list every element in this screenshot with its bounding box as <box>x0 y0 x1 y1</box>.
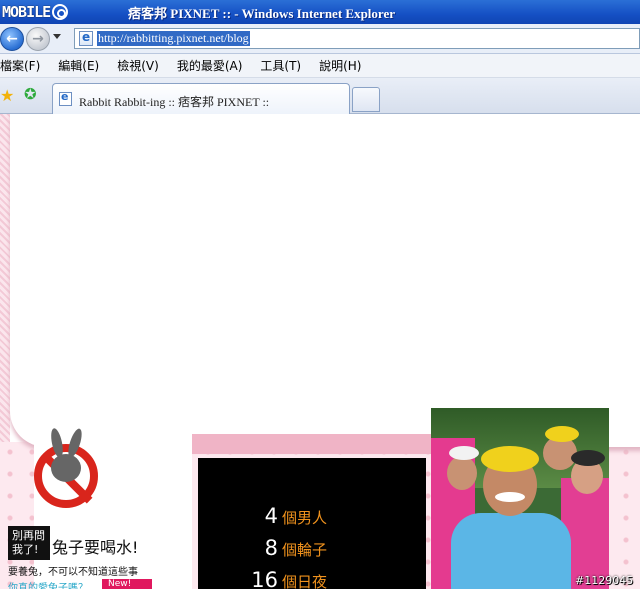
tab-label: Rabbit Rabbit-ing :: 痞客邦 PIXNET :: <box>79 95 270 109</box>
stat-number: 8 <box>264 536 278 560</box>
pink-pattern-left <box>0 114 10 454</box>
address-input[interactable]: http://rabbitting.pixnet.net/blog <box>74 28 640 49</box>
menu-file[interactable]: 檔案(F) <box>0 57 40 74</box>
window-titlebar: MOBILE 痞客邦 PIXNET :: - Windows Internet … <box>0 0 640 24</box>
tab-rabbit-blog[interactable]: Rabbit Rabbit-ing :: 痞客邦 PIXNET :: <box>52 83 350 114</box>
cyclists-photo[interactable] <box>431 408 609 589</box>
menu-favorites[interactable]: 我的最愛(A) <box>177 57 243 74</box>
stat-row: 4 個男人 <box>198 504 426 528</box>
tab-bar: ★ ✪ Rabbit Rabbit-ing :: 痞客邦 PIXNET :: <box>0 78 640 114</box>
address-toolbar: ← → http://rabbitting.pixnet.net/blog <box>0 24 640 54</box>
slogan: 兔子要喝水! <box>52 538 139 557</box>
menu-view[interactable]: 檢視(V) <box>117 57 159 74</box>
ask-tag: 別再問 我了! <box>8 526 50 560</box>
back-button[interactable]: ← <box>0 27 24 51</box>
stat-label: 個日夜 <box>282 573 328 589</box>
stat-row: 8 個輪子 <box>198 536 426 560</box>
blog-header-card <box>10 114 640 447</box>
add-favorite-icon[interactable]: ✪ <box>24 85 37 103</box>
stat-label: 個輪子 <box>282 541 328 559</box>
sub-text: 要養兔，不可以不知道這些事 <box>8 567 138 578</box>
stat-label: 個男人 <box>282 509 328 527</box>
page-icon <box>79 30 93 46</box>
mobile01-logo: MOBILE <box>2 2 69 22</box>
menu-help[interactable]: 說明(H) <box>319 57 361 74</box>
logo-face-icon <box>52 4 69 20</box>
forward-arrow-icon: → <box>32 31 44 47</box>
back-arrow-icon: ← <box>6 31 18 47</box>
menu-edit[interactable]: 編輯(E) <box>58 57 99 74</box>
forward-button[interactable]: → <box>26 27 50 51</box>
page-content: 別再問 我了! 兔子要喝水! 要養兔，不可以不知道這些事 你真的愛兔子嗎？ Ne… <box>0 114 640 589</box>
tag-line-1: 別再問 <box>12 529 45 542</box>
bunny-icon <box>48 427 85 498</box>
tag-line-2: 我了! <box>12 543 39 556</box>
stat-number: 4 <box>264 504 278 528</box>
stats-panel[interactable]: 4 個男人 8 個輪子 16 個日夜 <box>198 458 426 589</box>
sub-link[interactable]: 你真的愛兔子嗎？ <box>8 579 88 589</box>
logo-text: MOBILE <box>2 3 51 21</box>
stat-row: 16 個日夜 <box>198 568 426 589</box>
watermark: #1129045 <box>575 574 634 587</box>
new-tab-button[interactable] <box>352 87 380 112</box>
stat-number: 16 <box>251 568 278 589</box>
history-dropdown-icon[interactable] <box>53 34 61 39</box>
page-icon <box>59 90 72 106</box>
menu-tools[interactable]: 工具(T) <box>260 57 301 74</box>
pink-band <box>190 434 435 454</box>
window-title: 痞客邦 PIXNET :: - Windows Internet Explore… <box>128 6 395 21</box>
menu-bar: 檔案(F) 編輯(E) 檢視(V) 我的最愛(A) 工具(T) 說明(H) <box>0 54 640 78</box>
favorites-star-icon[interactable]: ★ <box>0 86 14 105</box>
new-badge: New! <box>102 579 152 589</box>
url-text[interactable]: http://rabbitting.pixnet.net/blog <box>97 31 250 46</box>
